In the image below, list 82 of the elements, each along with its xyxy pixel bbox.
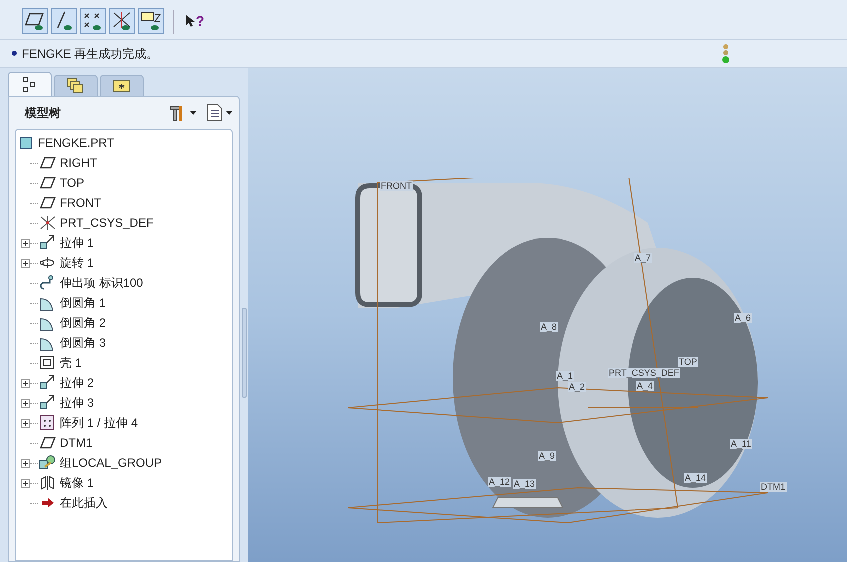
plane-icon — [40, 437, 56, 449]
message-text: FENGKE 再生成功完成。 — [22, 46, 159, 62]
list-icon — [207, 104, 223, 122]
datum-label: A_9 — [538, 451, 556, 461]
part-icon — [20, 136, 34, 150]
tree-item[interactable]: FRONT — [20, 193, 232, 213]
tree-item[interactable]: 拉伸 2 — [20, 373, 232, 393]
datum-label: TOP — [678, 357, 698, 367]
datum-plane-icon — [24, 11, 46, 31]
datum-label: A_2 — [568, 382, 586, 392]
sweep-icon — [40, 275, 56, 291]
tree-item[interactable]: DTM1 — [20, 433, 232, 453]
datum-label: A_13 — [513, 479, 536, 489]
bullet-icon — [12, 51, 17, 56]
datum-display-toggle[interactable] — [138, 8, 164, 34]
revolve-icon — [39, 256, 57, 270]
settings-dropdown[interactable] — [169, 104, 197, 122]
extrude-icon — [40, 235, 56, 251]
extrude-icon — [40, 375, 56, 391]
folder-icon — [113, 79, 131, 93]
datum-label: DTM1 — [760, 482, 786, 492]
tree-icon — [23, 76, 37, 92]
coordinate-system-icon — [111, 11, 133, 31]
shell-icon — [40, 356, 56, 370]
datum-point-icon — [82, 11, 104, 31]
pattern-icon — [40, 415, 56, 431]
tree-item[interactable]: 旋转 1 — [20, 253, 232, 273]
tree-item[interactable]: 倒圆角 2 — [20, 313, 232, 333]
tree-item[interactable]: 拉伸 3 — [20, 393, 232, 413]
tree-item[interactable]: 组LOCAL_GROUP — [20, 453, 232, 473]
extrude-icon — [40, 395, 56, 411]
splitter-handle[interactable] — [242, 308, 246, 398]
datum-label: A_4 — [636, 381, 654, 391]
annotation-icon — [140, 11, 162, 31]
tree-item[interactable]: 在此插入 — [20, 493, 232, 513]
show-dropdown[interactable] — [207, 104, 233, 122]
expand-icon[interactable] — [20, 458, 30, 468]
traffic-light-icon — [722, 43, 730, 65]
mirror-icon — [40, 475, 56, 491]
tree-item[interactable]: RIGHT — [20, 153, 232, 173]
tree-item[interactable]: 倒圆角 1 — [20, 293, 232, 313]
tree-item[interactable]: 镜像 1 — [20, 473, 232, 493]
datum-label: A_7 — [634, 253, 652, 263]
context-help-button[interactable]: ? — [183, 8, 207, 34]
tree-item[interactable]: TOP — [20, 173, 232, 193]
tree-item[interactable]: PRT_CSYS_DEF — [20, 213, 232, 233]
coordinate-system-icon — [39, 215, 57, 231]
plane-icon — [40, 157, 56, 169]
datum-label: FRONT — [380, 181, 413, 191]
expand-icon[interactable] — [20, 398, 30, 408]
datum-label: A_14 — [684, 473, 708, 483]
arrow-icon — [41, 497, 55, 509]
datum-label: A_12 — [488, 477, 512, 487]
tree-item[interactable]: 壳 1 — [20, 353, 232, 373]
datum-display-toggle[interactable] — [80, 8, 106, 34]
tree-item[interactable]: 倒圆角 3 — [20, 333, 232, 353]
panel-title: 模型树 — [25, 105, 61, 122]
plane-icon — [40, 197, 56, 209]
datum-label: PRT_CSYS_DEF — [608, 368, 680, 378]
expand-icon[interactable] — [20, 378, 30, 388]
datum-display-toggle[interactable] — [109, 8, 135, 34]
expand-icon[interactable] — [20, 238, 30, 248]
folders-icon — [67, 78, 85, 94]
panel-tab[interactable] — [8, 72, 52, 96]
datum-label: A_1 — [556, 371, 574, 381]
pointer-icon — [185, 14, 195, 28]
plane-icon — [40, 177, 56, 189]
tree-item[interactable]: 拉伸 1 — [20, 233, 232, 253]
tree-item[interactable]: 阵列 1 / 拉伸 4 — [20, 413, 232, 433]
tree-item[interactable]: FENGKE.PRT — [20, 133, 232, 153]
tree-item[interactable]: 伸出项 标识100 — [20, 273, 232, 293]
expand-icon[interactable] — [20, 418, 30, 428]
datum-label: A_8 — [540, 322, 558, 332]
group-icon — [39, 455, 57, 471]
expand-icon[interactable] — [20, 258, 30, 268]
datum-display-toggle[interactable] — [22, 8, 48, 34]
caret-icon — [226, 111, 233, 115]
datum-label: A_11 — [730, 439, 752, 449]
datum-label: A_6 — [734, 313, 752, 323]
datum-display-toggle[interactable] — [51, 8, 77, 34]
caret-icon — [190, 111, 197, 115]
expand-icon[interactable] — [20, 478, 30, 488]
